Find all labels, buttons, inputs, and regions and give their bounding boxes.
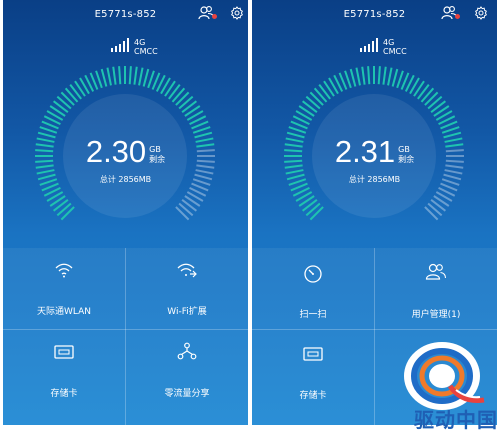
gauge-tick bbox=[396, 70, 404, 89]
watermark-text: 驱动中国 bbox=[414, 408, 498, 432]
tile-zero-data-share[interactable]: 零流量分享 bbox=[126, 330, 248, 411]
tile-label: 扫一扫 bbox=[299, 310, 327, 320]
gauge-tick bbox=[128, 66, 132, 85]
tile-label: 用户管理(1) bbox=[411, 310, 461, 320]
gauge-tick bbox=[133, 66, 138, 85]
gauge-tick bbox=[39, 126, 58, 134]
wifi-extend-icon bbox=[126, 262, 248, 282]
gauge-tick bbox=[387, 67, 393, 86]
gauge-tick bbox=[349, 68, 357, 87]
gauge-tick bbox=[95, 70, 103, 89]
settings-gear-icon[interactable] bbox=[230, 5, 244, 24]
tile-wifi-extend[interactable]: Wi-Fi扩展 bbox=[126, 248, 248, 329]
gauge-tick bbox=[142, 68, 150, 87]
gauge-tick bbox=[367, 66, 371, 85]
tile-scan[interactable]: 扫一扫 bbox=[252, 248, 374, 329]
scan-icon bbox=[252, 264, 374, 288]
feature-grid: 天际通WLAN Wi-Fi扩展 存储卡 零流量分享 bbox=[3, 248, 248, 425]
tile-memory-card[interactable]: 存储卡 bbox=[252, 330, 374, 411]
total-data: 总计 2856MB bbox=[348, 175, 401, 184]
gauge-tick bbox=[441, 126, 460, 134]
gauge-tick bbox=[344, 70, 352, 89]
total-data: 总计 2856MB bbox=[99, 175, 152, 184]
gauge-tick bbox=[147, 70, 155, 89]
usage-unit: GB bbox=[398, 145, 410, 154]
gauge-tick bbox=[382, 66, 387, 85]
gauge-tick bbox=[192, 126, 211, 134]
signal-strength-icon bbox=[360, 38, 378, 52]
network-info: 4G CMCC bbox=[134, 38, 158, 56]
phone-screen-left: E5771s-852 4G CMCC 2.30 GB 剩余 总计 2856MB … bbox=[3, 0, 248, 425]
usage-summary: 2.31 GB 剩余 总计 2856MB bbox=[252, 136, 497, 185]
settings-gear-icon[interactable] bbox=[474, 5, 488, 24]
tile-memory-card[interactable]: 存储卡 bbox=[3, 330, 125, 411]
tile-label: 零流量分享 bbox=[164, 389, 210, 399]
share-icon bbox=[126, 342, 248, 364]
tile-label: 存储卡 bbox=[50, 389, 78, 399]
tile-label: 存储卡 bbox=[299, 391, 327, 401]
network-carrier: CMCC bbox=[134, 47, 158, 56]
network-generation: 4G bbox=[134, 38, 146, 47]
tile-label: Wi-Fi扩展 bbox=[167, 307, 207, 317]
gauge-tick bbox=[138, 67, 144, 86]
remaining-label: 剩余 bbox=[149, 155, 166, 164]
tile-wlan[interactable]: 天际通WLAN bbox=[3, 248, 125, 329]
memory-card-icon bbox=[3, 344, 125, 363]
wifi-icon bbox=[3, 262, 125, 282]
network-generation: 4G bbox=[383, 38, 395, 47]
remaining-data-value: 2.30 bbox=[85, 134, 147, 169]
device-title: E5771s-852 bbox=[343, 9, 406, 20]
notification-badge bbox=[212, 14, 217, 19]
gauge-tick bbox=[118, 66, 122, 85]
usage-summary: 2.30 GB 剩余 总计 2856MB bbox=[3, 136, 248, 185]
gauge-tick bbox=[106, 67, 112, 86]
notification-badge bbox=[455, 14, 460, 19]
remaining-label: 剩余 bbox=[398, 155, 415, 164]
gauge-tick bbox=[355, 67, 361, 86]
memory-card-icon bbox=[252, 346, 374, 365]
gauge-tick bbox=[391, 68, 399, 87]
gauge-tick bbox=[112, 66, 117, 85]
gauge-tick bbox=[100, 68, 108, 87]
tile-user-management[interactable]: 用户管理(1) bbox=[375, 248, 497, 329]
network-info: 4G CMCC bbox=[383, 38, 407, 56]
usage-unit: GB bbox=[149, 145, 161, 154]
page-indicator bbox=[3, 414, 248, 425]
network-carrier: CMCC bbox=[383, 47, 407, 56]
signal-strength-icon bbox=[111, 38, 129, 52]
users-icon bbox=[375, 263, 497, 285]
gauge-tick bbox=[361, 66, 366, 85]
remaining-data-value: 2.31 bbox=[334, 134, 396, 169]
tile-label: 天际通WLAN bbox=[36, 307, 91, 317]
gauge-tick bbox=[377, 66, 381, 85]
gauge-tick bbox=[288, 126, 307, 134]
